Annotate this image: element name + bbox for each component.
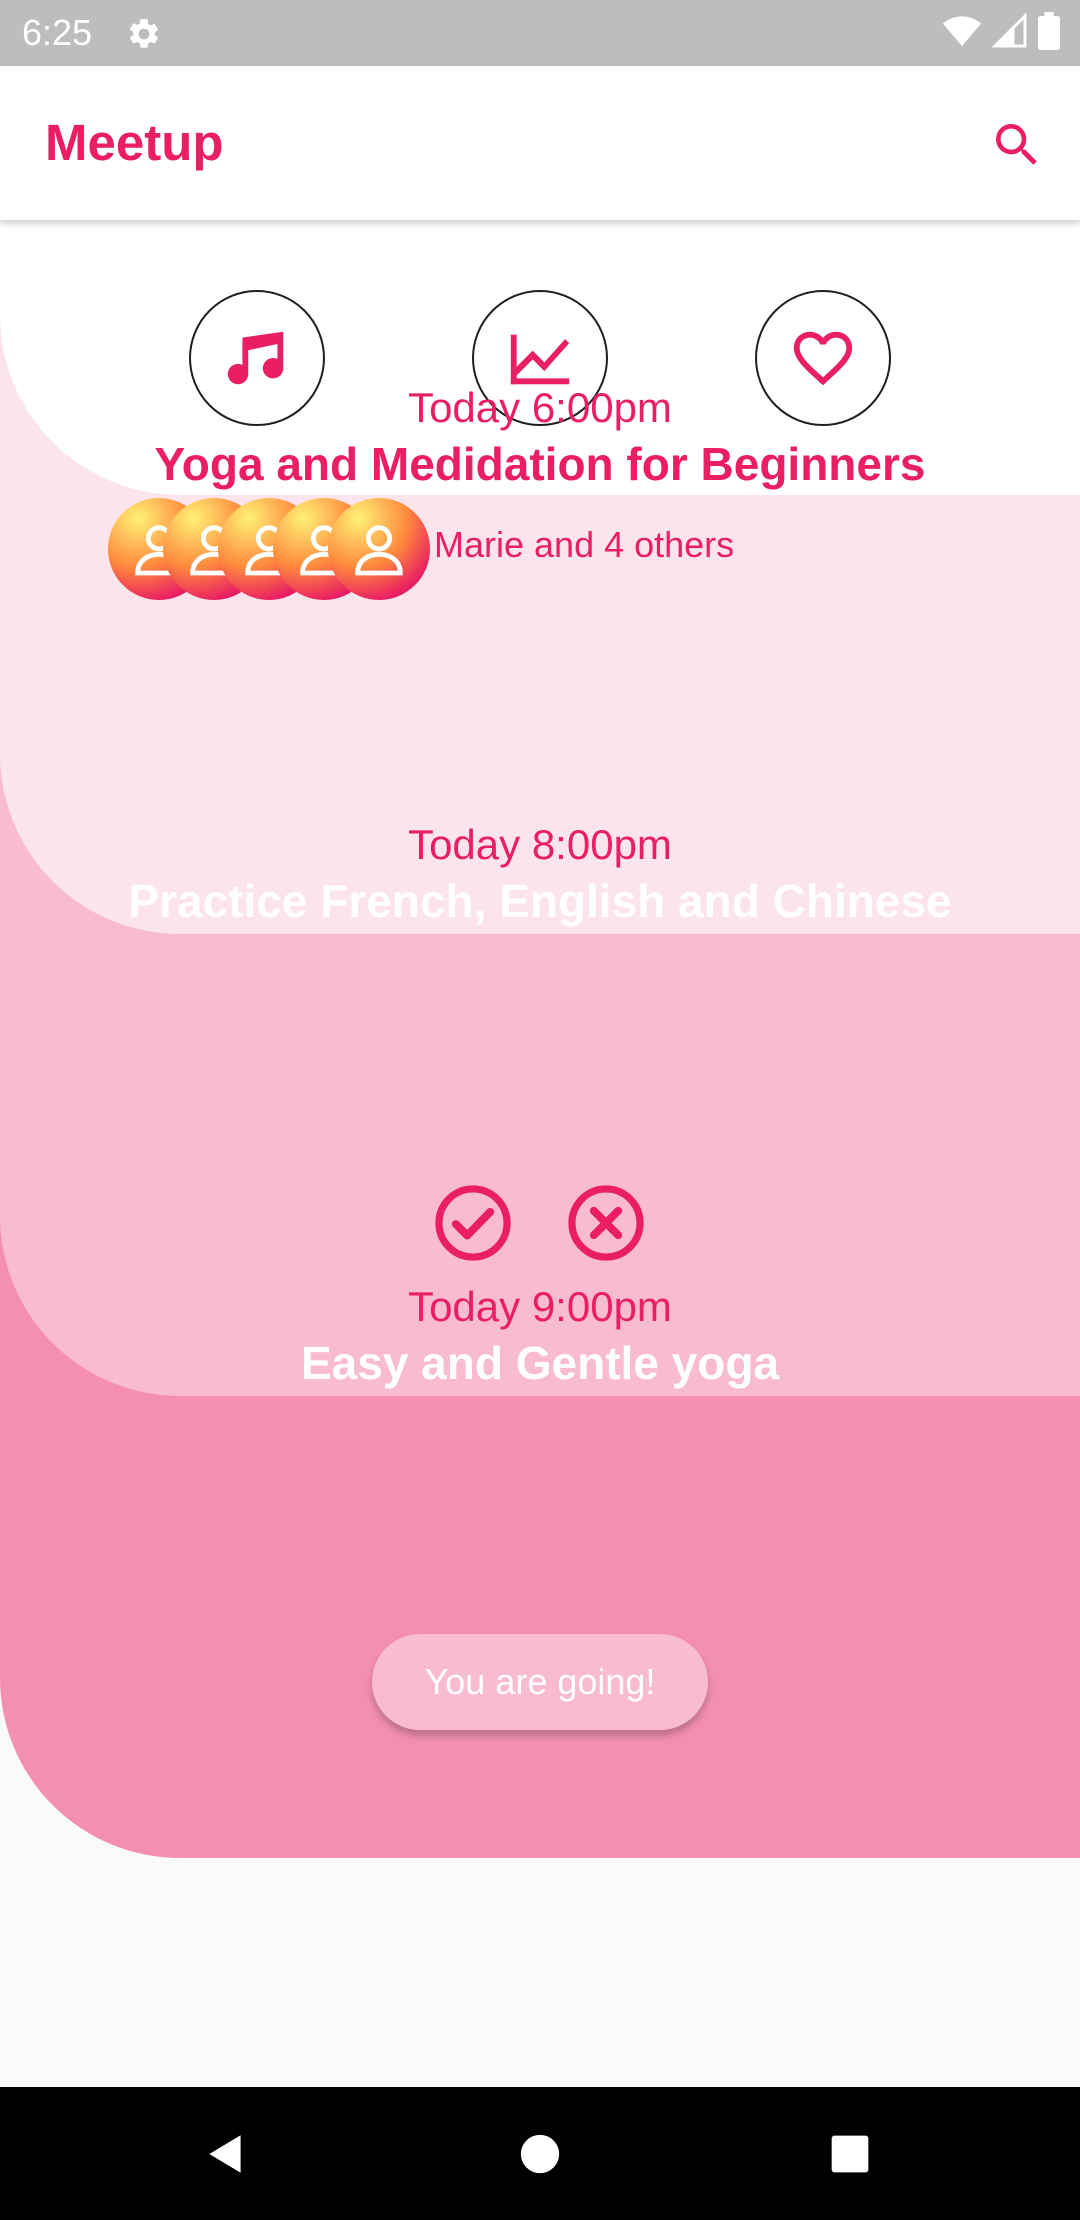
- search-icon[interactable]: [982, 110, 1052, 180]
- accept-button[interactable]: [430, 1180, 516, 1266]
- app-title: Meetup: [45, 114, 224, 171]
- status-bar: 6:25: [0, 0, 1080, 66]
- avatar: [328, 498, 430, 600]
- event-1-title[interactable]: Yoga and Medidation for Beginners: [0, 436, 1080, 492]
- signal-icon: [991, 11, 1028, 54]
- rsvp-actions: [0, 1180, 1080, 1266]
- status-icons: [942, 11, 1060, 55]
- navigation-bar: [0, 2087, 1080, 2220]
- status-time: 6:25: [22, 12, 93, 53]
- decline-button[interactable]: [563, 1180, 649, 1266]
- event-2-title[interactable]: Practice French, English and Chinese: [0, 873, 1080, 929]
- cancel-circle-icon: [568, 1185, 644, 1261]
- recents-icon[interactable]: [807, 2111, 893, 2197]
- app-bar: Meetup: [0, 66, 1080, 220]
- back-icon[interactable]: [183, 2111, 269, 2197]
- event-3-title[interactable]: Easy and Gentle yoga: [0, 1335, 1080, 1391]
- check-circle-icon: [435, 1185, 511, 1261]
- event-3-time: Today 9:00pm: [408, 1283, 672, 1330]
- event-2-time: Today 8:00pm: [408, 821, 672, 868]
- event-1-time: Today 6:00pm: [408, 384, 672, 431]
- you-are-going-button[interactable]: You are going!: [372, 1634, 708, 1730]
- home-icon[interactable]: [497, 2111, 583, 2197]
- wifi-icon: [942, 11, 982, 56]
- attendees-text: Marie and 4 others: [434, 524, 735, 565]
- battery-icon: [1038, 11, 1060, 55]
- attendee-avatars[interactable]: [108, 498, 438, 600]
- settings-icon: [126, 16, 162, 52]
